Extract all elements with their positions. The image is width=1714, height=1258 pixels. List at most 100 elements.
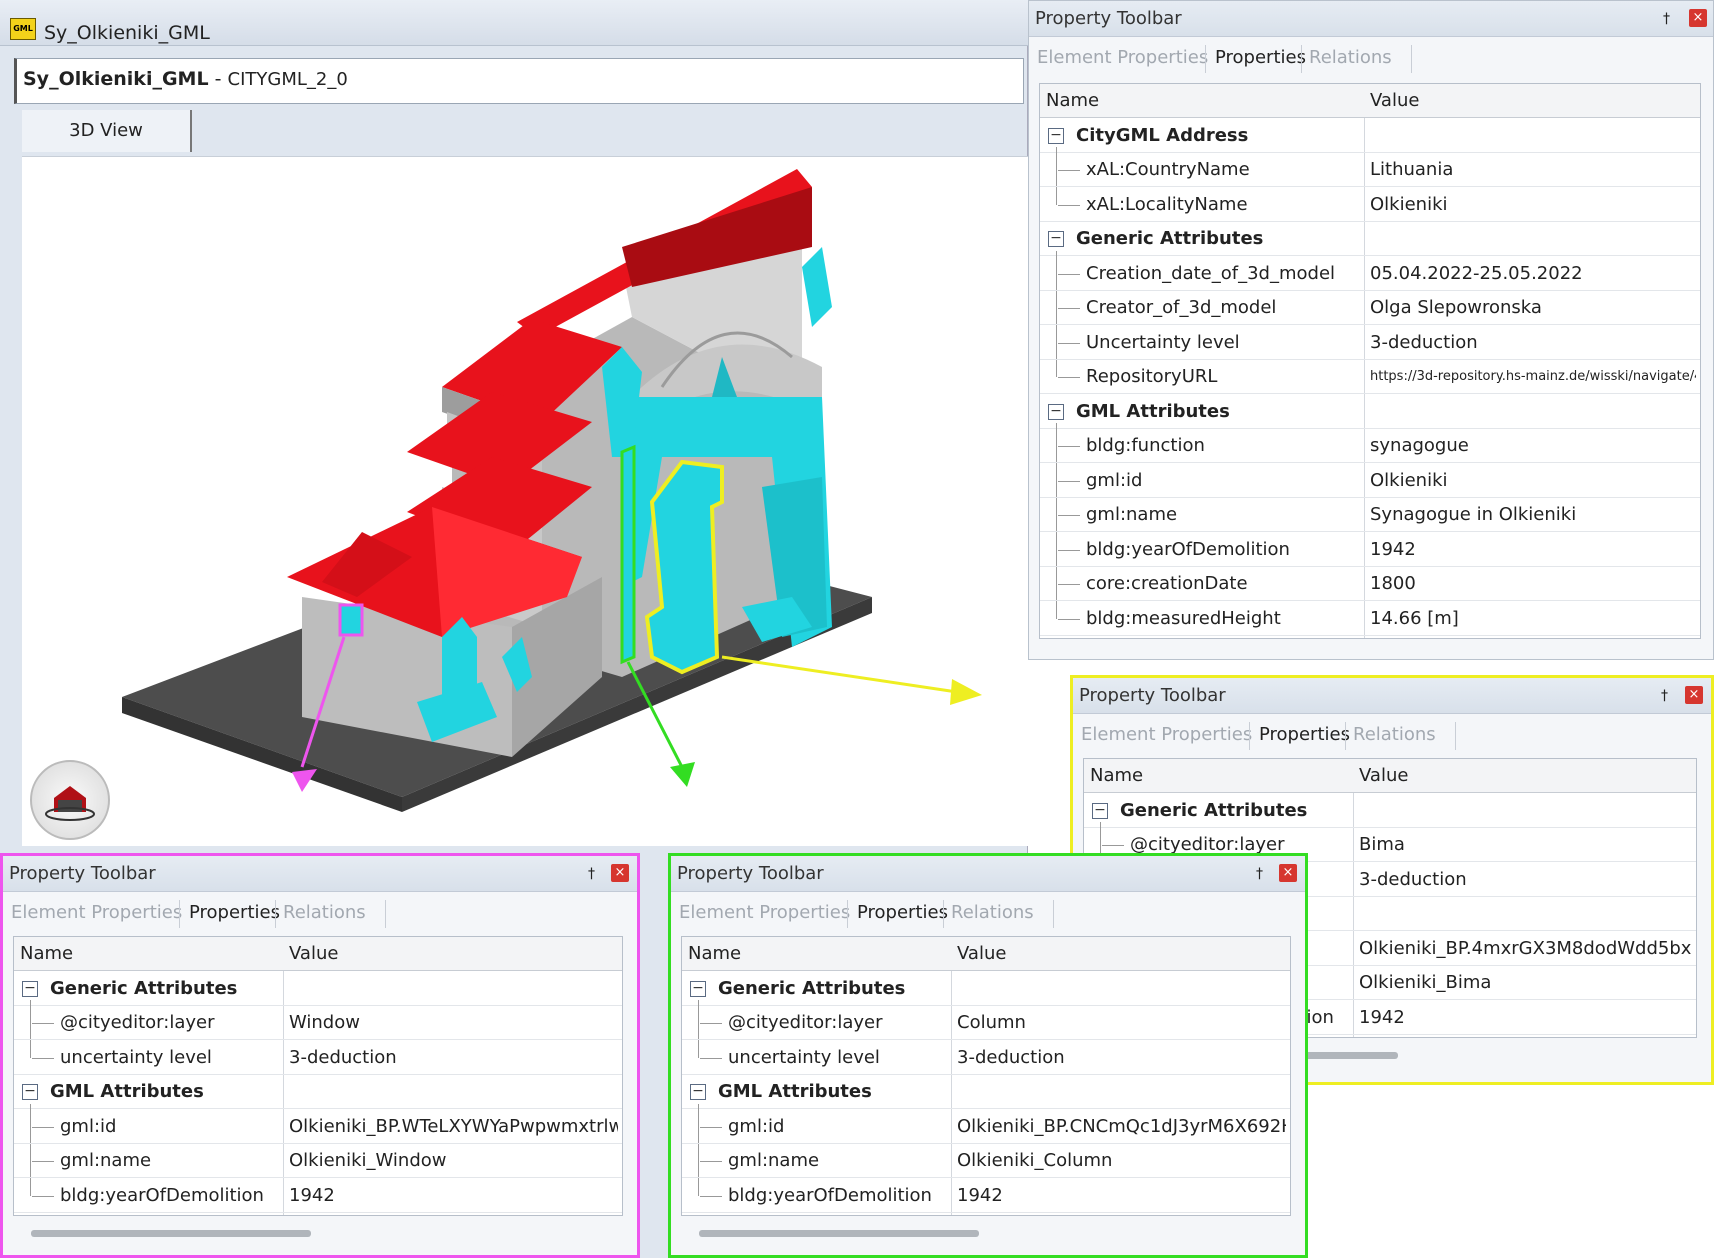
navigation-cube-icon[interactable] <box>30 760 110 840</box>
property-value[interactable]: 05.04.2022-25.05.2022 <box>1370 257 1696 291</box>
property-row[interactable]: xAL:CountryName Lithuania <box>1040 153 1700 187</box>
property-value[interactable]: Olkieniki <box>1370 464 1696 498</box>
tab-relations[interactable]: Relations <box>1309 47 1392 68</box>
bima-element[interactable] <box>644 459 724 675</box>
tab-element-properties[interactable]: Element Properties <box>1037 47 1208 68</box>
property-row[interactable]: uncertainty level 3-deduction <box>14 1041 622 1075</box>
property-value[interactable]: 3-deduction <box>1359 863 1692 897</box>
tab-properties[interactable]: Properties <box>1215 47 1306 68</box>
column-header-name[interactable]: Name <box>688 937 741 971</box>
property-value[interactable]: 1942 <box>957 1179 1286 1213</box>
property-row[interactable]: Creation_date_of_3d_model 05.04.2022-25.0… <box>1040 257 1700 291</box>
column-header-name[interactable]: Name <box>20 937 73 971</box>
column-header-value[interactable]: Value <box>1359 759 1408 793</box>
property-value[interactable]: 1942 <box>289 1179 618 1213</box>
property-value[interactable]: 3-deduction <box>289 1041 618 1075</box>
property-row[interactable]: gml:id Olkieniki_BP.WTeLXYWYaPwpwmxtrlwv <box>14 1110 622 1144</box>
property-value[interactable]: Bima <box>1359 828 1692 862</box>
tab-properties[interactable]: Properties <box>189 902 280 923</box>
tab-relations[interactable]: Relations <box>283 902 366 923</box>
property-name: bldg:measuredHeight <box>1086 607 1281 629</box>
collapse-icon[interactable]: − <box>1048 127 1064 144</box>
tab-relations[interactable]: Relations <box>951 902 1034 923</box>
property-value[interactable]: https://3d-repository.hs-mainz.de/wisski… <box>1370 360 1696 394</box>
collapse-icon[interactable]: − <box>22 980 38 997</box>
property-value[interactable]: synagogue <box>1370 429 1696 463</box>
column-header-value[interactable]: Value <box>289 937 338 971</box>
pin-icon[interactable]: † <box>1256 866 1270 882</box>
close-icon[interactable]: × <box>1685 686 1703 704</box>
tab-properties[interactable]: Properties <box>1259 724 1350 745</box>
close-icon[interactable]: × <box>611 864 629 882</box>
property-value[interactable]: 3-deduction <box>957 1041 1286 1075</box>
group-row: −GML Attributes <box>14 1075 622 1109</box>
property-value[interactable]: 1942 <box>1359 1001 1692 1035</box>
panel-title: Property Toolbar <box>1073 678 1711 714</box>
column-header-name[interactable]: Name <box>1046 84 1099 118</box>
close-icon[interactable]: × <box>1279 864 1297 882</box>
collapse-icon[interactable]: − <box>690 980 706 997</box>
property-value[interactable]: Synagogue in Olkieniki <box>1370 498 1696 532</box>
property-value[interactable]: Olkieniki_Column <box>957 1144 1286 1178</box>
pin-icon[interactable]: † <box>588 866 602 882</box>
property-row[interactable]: gml:name Synagogue in Olkieniki <box>1040 498 1700 532</box>
property-row[interactable]: RepositoryURL https://3d-repository.hs-ma… <box>1040 360 1700 394</box>
property-value[interactable]: Column <box>957 1006 1286 1040</box>
tab-properties[interactable]: Properties <box>857 902 948 923</box>
property-row[interactable]: bldg:yearOfDemolition 1942 <box>1040 533 1700 567</box>
property-row[interactable]: gml:name Olkieniki_Column <box>682 1144 1290 1178</box>
collapse-icon[interactable]: − <box>22 1084 38 1100</box>
property-row[interactable]: gml:id Olkieniki_BP.CNCmQc1dJ3yrM6X692HB <box>682 1110 1290 1144</box>
property-value[interactable]: Lithuania <box>1370 153 1696 187</box>
property-value[interactable]: Olkieniki_BP.WTeLXYWYaPwpwmxtrlwv <box>289 1110 618 1144</box>
property-value[interactable]: Window <box>289 1006 618 1040</box>
synagogue-3d-model[interactable] <box>22 157 1028 847</box>
horizontal-scrollbar[interactable] <box>31 1230 311 1237</box>
property-row[interactable]: bldg:yearOfDemolition 1942 <box>14 1179 622 1213</box>
column-header-value[interactable]: Value <box>957 937 1006 971</box>
column-header-name[interactable]: Name <box>1090 759 1143 793</box>
property-row[interactable]: gml:name Olkieniki_Window <box>14 1144 622 1178</box>
close-icon[interactable]: × <box>1689 9 1707 27</box>
tab-relations[interactable]: Relations <box>1353 724 1436 745</box>
property-row[interactable]: Creator_of_3d_model Olga Slepowronska <box>1040 291 1700 325</box>
horizontal-scrollbar[interactable] <box>699 1230 979 1237</box>
tab-separator <box>275 900 276 928</box>
tab-element-properties[interactable]: Element Properties <box>679 902 850 923</box>
property-value[interactable]: 14.66 [m] <box>1370 602 1696 636</box>
property-value[interactable]: 3-deduction <box>1370 326 1696 360</box>
collapse-icon[interactable]: − <box>1092 802 1108 819</box>
property-row[interactable]: bldg:measuredHeight 14.66 [m] <box>1040 602 1700 636</box>
collapse-icon[interactable]: − <box>690 1084 706 1100</box>
property-row[interactable]: gml:id Olkieniki <box>1040 464 1700 498</box>
tab-element-properties[interactable]: Element Properties <box>11 902 182 923</box>
property-value[interactable]: 1942 <box>1370 533 1696 567</box>
window-element[interactable] <box>338 603 364 637</box>
window-titlebar: GML Sy_Olkieniki_GML <box>0 0 1028 46</box>
collapse-icon[interactable]: − <box>1048 231 1064 247</box>
property-row[interactable]: xAL:LocalityName Olkieniki <box>1040 188 1700 222</box>
property-row[interactable]: bldg:function synagogue <box>1040 429 1700 463</box>
property-name: Creation_date_of_3d_model <box>1086 262 1336 284</box>
property-value[interactable]: Olkieniki_Bima <box>1359 966 1692 1000</box>
column-header-value[interactable]: Value <box>1370 84 1419 118</box>
property-row[interactable]: @cityeditor:layer Window <box>14 1006 622 1040</box>
tab-3d-view[interactable]: 3D View <box>22 110 192 152</box>
3d-viewport[interactable] <box>22 156 1028 846</box>
pin-icon[interactable]: † <box>1661 688 1675 704</box>
collapse-icon[interactable]: − <box>1048 403 1064 420</box>
property-row[interactable]: core:creationDate 1800 <box>1040 567 1700 601</box>
column-element[interactable] <box>620 444 636 665</box>
property-row[interactable]: uncertainty level 3-deduction <box>682 1041 1290 1075</box>
property-value[interactable]: 1800 <box>1370 567 1696 601</box>
property-value[interactable]: Olkieniki_BP.4mxrGX3M8dodWdd5bxyj <box>1359 932 1692 966</box>
property-value[interactable]: Olkieniki_Window <box>289 1144 618 1178</box>
pin-icon[interactable]: † <box>1663 11 1677 27</box>
tab-element-properties[interactable]: Element Properties <box>1081 724 1252 745</box>
property-value[interactable]: Olga Slepowronska <box>1370 291 1696 325</box>
property-value[interactable]: Olkieniki <box>1370 188 1696 222</box>
property-row[interactable]: @cityeditor:layer Column <box>682 1006 1290 1040</box>
property-row[interactable]: bldg:yearOfDemolition 1942 <box>682 1179 1290 1213</box>
property-value[interactable]: Olkieniki_BP.CNCmQc1dJ3yrM6X692HB <box>957 1110 1286 1144</box>
property-row[interactable]: Uncertainty level 3-deduction <box>1040 326 1700 360</box>
